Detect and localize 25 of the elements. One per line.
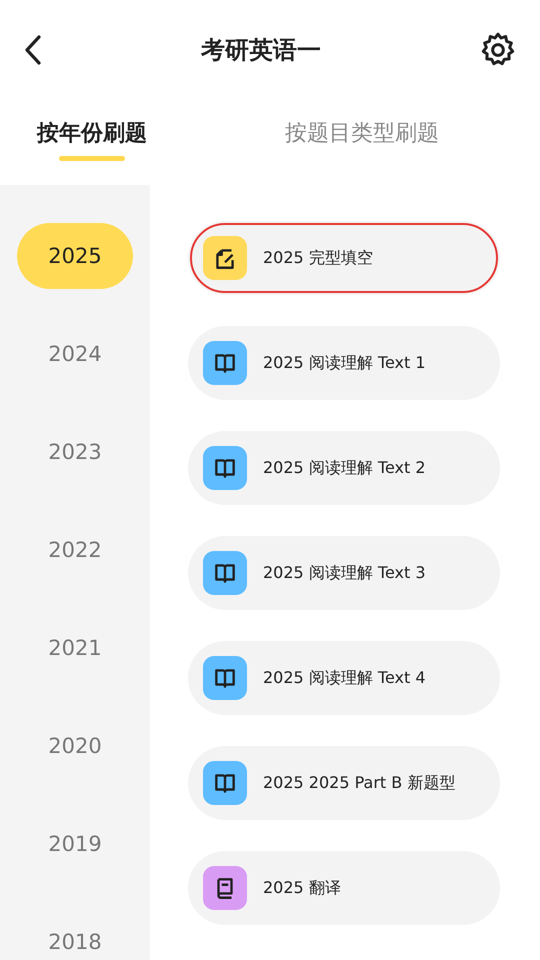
- exercise-item[interactable]: 2025 阅读理解 Text 3: [188, 536, 500, 610]
- open-book-icon: [203, 341, 247, 385]
- open-book-icon: [203, 446, 247, 490]
- exercise-item[interactable]: 2025 2025 Part B 新题型: [188, 746, 500, 820]
- exercise-item[interactable]: 2025 完型填空: [188, 221, 500, 295]
- tab[interactable]: 按年份刷题: [0, 100, 184, 185]
- open-book-icon: [203, 656, 247, 700]
- year-item[interactable]: 2021: [17, 615, 133, 681]
- page-title: 考研英语一: [201, 35, 321, 66]
- open-book-icon: [203, 761, 247, 805]
- exercise-item[interactable]: 2025 阅读理解 Text 2: [188, 431, 500, 505]
- year-item[interactable]: 2024: [17, 321, 133, 387]
- year-item[interactable]: 2022: [17, 517, 133, 583]
- year-item[interactable]: 2020: [17, 713, 133, 779]
- note-pen-icon: [203, 236, 247, 280]
- exercise-item[interactable]: 2025 翻译: [188, 851, 500, 925]
- year-item[interactable]: 2023: [17, 419, 133, 485]
- year-item[interactable]: 2025: [17, 223, 133, 289]
- book-icon: [203, 866, 247, 910]
- year-item[interactable]: 2019: [17, 811, 133, 877]
- exercise-item[interactable]: 2025 阅读理解 Text 1: [188, 326, 500, 400]
- exercise-item[interactable]: 2025 阅读理解 Text 4: [188, 641, 500, 715]
- open-book-icon: [203, 551, 247, 595]
- year-item[interactable]: 2018: [17, 909, 133, 960]
- tab[interactable]: 按题目类型刷题: [184, 100, 540, 185]
